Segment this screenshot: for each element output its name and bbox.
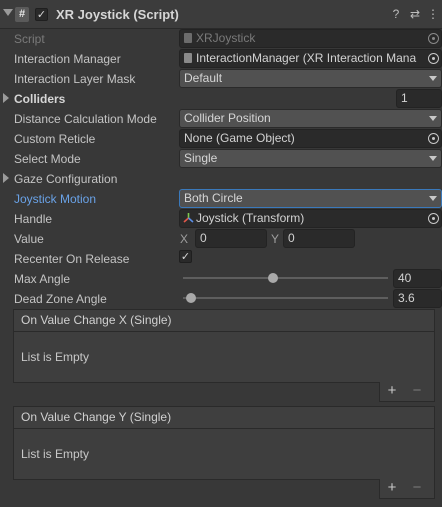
dead-zone-value: 3.6 [398,291,415,305]
event-panel-y: On Value Change Y (Single) List is Empty [13,406,435,480]
handle-value: Joystick (Transform) [196,211,305,225]
joystick-motion-dropdown[interactable]: Both Circle [179,189,442,208]
handle-picker-icon[interactable] [428,213,439,224]
custom-reticle-value: None (Game Object) [184,131,295,145]
event-panel-x-empty: List is Empty [21,350,90,364]
handle-field[interactable]: Joystick (Transform) [179,209,442,228]
select-mode-dropdown[interactable]: Single [179,149,442,168]
event-panel-y-title: On Value Change Y (Single) [14,407,434,429]
gaze-config-foldout-icon[interactable] [3,173,9,183]
interaction-manager-label: Interaction Manager [14,52,121,66]
event-y-remove-button[interactable]: − [408,479,426,497]
select-mode-value: Single [184,151,218,165]
context-menu-icon[interactable]: ⋮ [426,7,440,21]
event-x-remove-button[interactable]: − [408,382,426,400]
max-angle-slider-thumb[interactable] [268,273,279,283]
component-icon [184,53,192,63]
chevron-down-icon [429,116,437,121]
chevron-down-icon [429,76,437,81]
colliders-size-value: 1 [401,91,408,105]
event-y-add-button[interactable]: + [383,479,401,497]
event-panel-y-empty: List is Empty [21,447,90,461]
interaction-manager-value: InteractionManager (XR Interaction Mana [196,51,417,65]
dead-zone-field[interactable]: 3.6 [393,289,442,308]
event-x-add-button[interactable]: + [383,382,401,400]
handle-label: Handle [14,212,53,226]
colliders-size-field[interactable]: 1 [396,89,442,108]
script-label: Script [14,32,45,46]
distance-calc-label: Distance Calculation Mode [14,112,157,126]
script-value: XRJoystick [196,31,256,45]
value-x-label: X [180,232,189,246]
interaction-layer-mask-label: Interaction Layer Mask [14,72,136,86]
interaction-manager-picker-icon[interactable] [428,53,439,64]
value-x-field[interactable]: 0 [195,229,267,248]
event-panel-x: On Value Change X (Single) List is Empty [13,309,435,383]
script-icon: # [15,7,29,22]
max-angle-label: Max Angle [14,272,71,286]
value-y-field[interactable]: 0 [283,229,355,248]
component-enabled-checkbox[interactable]: ✓ [35,8,48,21]
dead-zone-label: Dead Zone Angle [14,292,107,306]
custom-reticle-label: Custom Reticle [14,132,96,146]
recenter-label: Recenter On Release [14,252,130,266]
colliders-label[interactable]: Colliders [14,92,65,106]
colliders-foldout-icon[interactable] [3,93,9,103]
select-mode-label: Select Mode [14,152,81,166]
max-angle-slider-track[interactable] [183,277,388,279]
value-label: Value [14,232,44,246]
interaction-manager-field[interactable]: InteractionManager (XR Interaction Mana [179,49,442,68]
dead-zone-slider-track[interactable] [183,297,388,299]
event-panel-x-title: On Value Change X (Single) [14,310,434,332]
max-angle-value: 40 [398,271,412,285]
joystick-motion-value: Both Circle [184,191,243,205]
transform-icon [183,213,194,223]
value-y: 0 [288,231,295,245]
help-icon[interactable]: ? [389,7,403,21]
component-title: XR Joystick (Script) [56,7,179,22]
interaction-layer-mask-value: Default [184,71,223,85]
interaction-layer-mask-dropdown[interactable]: Default [179,69,442,88]
distance-calc-value: Collider Position [184,111,271,125]
value-x: 0 [200,231,207,245]
joystick-motion-label: Joystick Motion [14,192,97,206]
script-asset-icon [184,33,192,43]
distance-calc-dropdown[interactable]: Collider Position [179,109,442,128]
custom-reticle-field[interactable]: None (Game Object) [179,129,442,148]
preset-icon[interactable]: ⇄ [408,7,422,21]
script-picker-icon [428,33,439,44]
chevron-down-icon [429,196,437,201]
recenter-checkbox[interactable]: ✓ [179,250,192,263]
chevron-down-icon [429,156,437,161]
custom-reticle-picker-icon[interactable] [428,133,439,144]
dead-zone-slider-thumb[interactable] [186,293,197,303]
value-y-label: Y [271,232,280,246]
gaze-config-label[interactable]: Gaze Configuration [14,172,117,186]
component-foldout-icon[interactable] [3,9,13,16]
max-angle-field[interactable]: 40 [393,269,442,288]
script-field: XRJoystick [179,29,442,48]
